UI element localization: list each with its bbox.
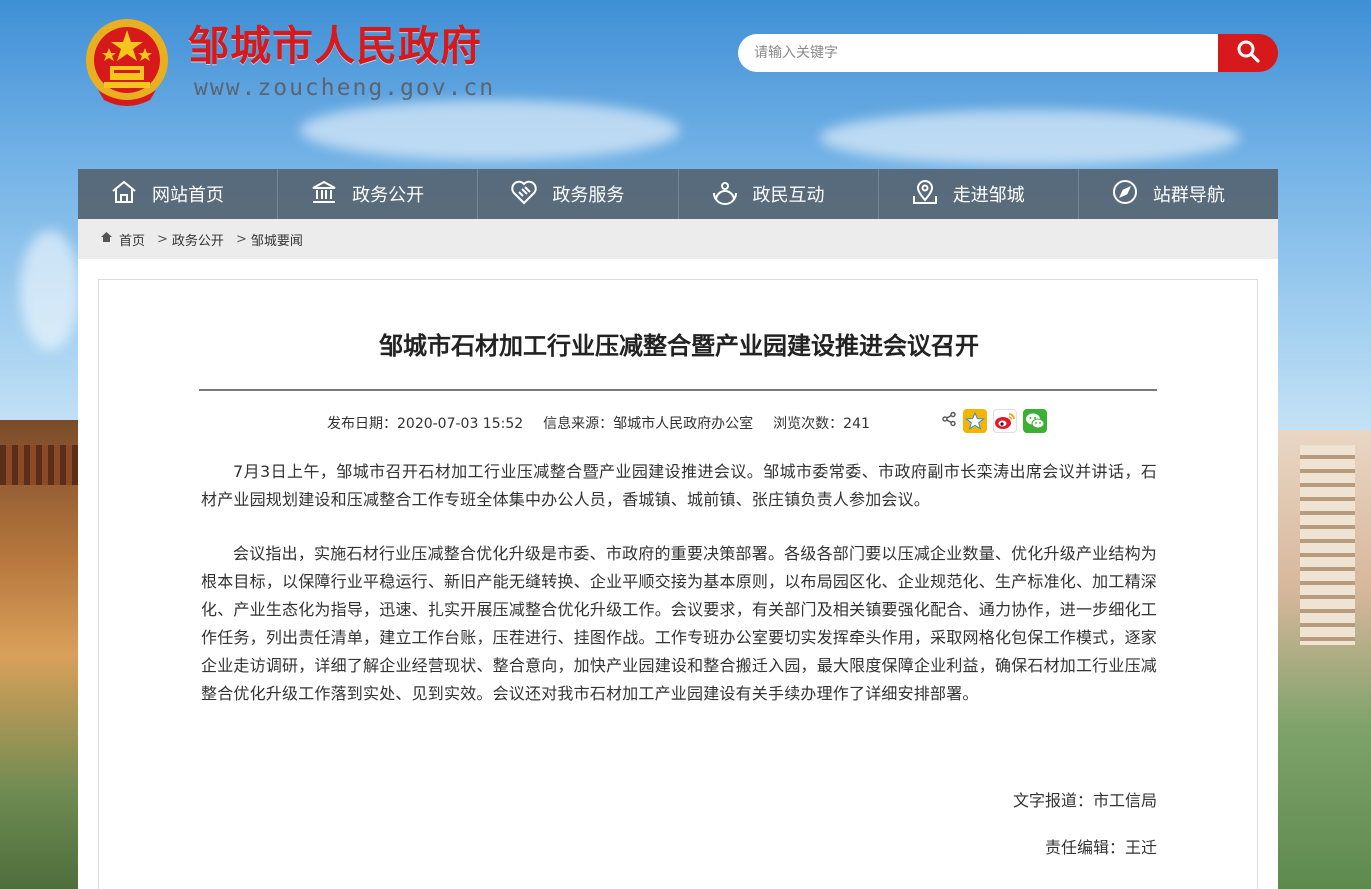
article-body: 7月3日上午，邹城市召开石材加工行业压减整合暨产业园建设推进会议。邹城市委常委、… (201, 458, 1157, 734)
map-pin-icon (911, 178, 953, 211)
breadcrumb-separator: > (157, 231, 168, 247)
editor-credit: 责任编辑：王迁 (1044, 838, 1157, 857)
site-url: www.zoucheng.gov.cn (194, 75, 496, 101)
wechat-icon[interactable] (1023, 409, 1047, 433)
share-icon[interactable] (941, 411, 957, 431)
main-nav: 网站首页 政务公开 政务服务 政民互动 走进邹城 站群导航 (78, 169, 1278, 219)
handshake-icon (510, 178, 552, 211)
weibo-icon[interactable] (993, 409, 1017, 433)
nav-item-label: 走进邹城 (952, 185, 1025, 206)
nav-item-label: 网站首页 (152, 185, 224, 206)
nav-item-label: 站群导航 (1152, 185, 1225, 206)
nav-item-label: 政民互动 (752, 185, 825, 206)
interaction-icon (711, 178, 753, 211)
background-cloud (300, 100, 680, 160)
reporter-credit: 文字报道：市工信局 (1012, 791, 1157, 810)
nav-item-interaction[interactable]: 政民互动 (679, 169, 879, 219)
article-title: 邹城市石材加工行业压减整合暨产业园建设推进会议召开 (379, 332, 979, 360)
background-building (1300, 445, 1355, 645)
site-title[interactable]: 邹城市人民政府 (188, 20, 482, 72)
nav-item-home[interactable]: 网站首页 (78, 169, 279, 219)
background-cloud (20, 230, 80, 350)
nav-item-site-nav[interactable]: 站群导航 (1079, 169, 1278, 219)
search-box (738, 34, 1278, 72)
share-bar (941, 409, 1047, 433)
nav-item-label: 政务公开 (352, 185, 425, 206)
qzone-icon[interactable] (963, 409, 987, 433)
search-button[interactable] (1218, 34, 1278, 72)
background-temple (0, 420, 78, 889)
publish-date: 发布日期：2020-07-03 15:52 (327, 416, 524, 432)
breadcrumb-gov-affairs[interactable]: 政务公开 (172, 230, 224, 249)
article-paragraph: 7月3日上午，邹城市召开石材加工行业压减整合暨产业园建设推进会议。邹城市委常委、… (201, 462, 1157, 509)
info-source: 信息来源：邹城市人民政府办公室 (543, 416, 754, 432)
government-building-icon (310, 178, 352, 211)
view-count: 浏览次数：241 (773, 416, 870, 432)
home-icon (110, 178, 152, 211)
compass-icon (1111, 178, 1153, 211)
breadcrumb-home[interactable]: 首页 (119, 230, 145, 249)
home-icon (100, 231, 113, 247)
national-emblem-icon[interactable] (84, 16, 170, 108)
breadcrumb: 首页 > 政务公开 > 邹城要闻 (78, 219, 1278, 259)
article: 邹城市石材加工行业压减整合暨产业园建设推进会议召开 发布日期：2020-07-0… (98, 279, 1258, 889)
article-meta: 发布日期：2020-07-03 15:52 信息来源：邹城市人民政府办公室 浏览… (327, 412, 890, 434)
nav-item-gov-service[interactable]: 政务服务 (478, 169, 679, 219)
background-cloud (820, 110, 1240, 165)
title-divider (199, 389, 1157, 391)
breadcrumb-city-news[interactable]: 邹城要闻 (251, 230, 303, 249)
breadcrumb-separator: > (235, 231, 247, 247)
nav-item-gov-affairs[interactable]: 政务公开 (278, 169, 479, 219)
nav-item-label: 政务服务 (552, 185, 625, 206)
article-paragraph: 会议指出，实施石材行业压减整合优化升级是市委、市政府的重要决策部署。各级各部门要… (201, 544, 1157, 703)
background-temple-roof (0, 445, 78, 485)
nav-item-about-city[interactable]: 走进邹城 (879, 169, 1079, 219)
search-input[interactable] (738, 34, 1220, 72)
search-icon (1236, 39, 1260, 67)
